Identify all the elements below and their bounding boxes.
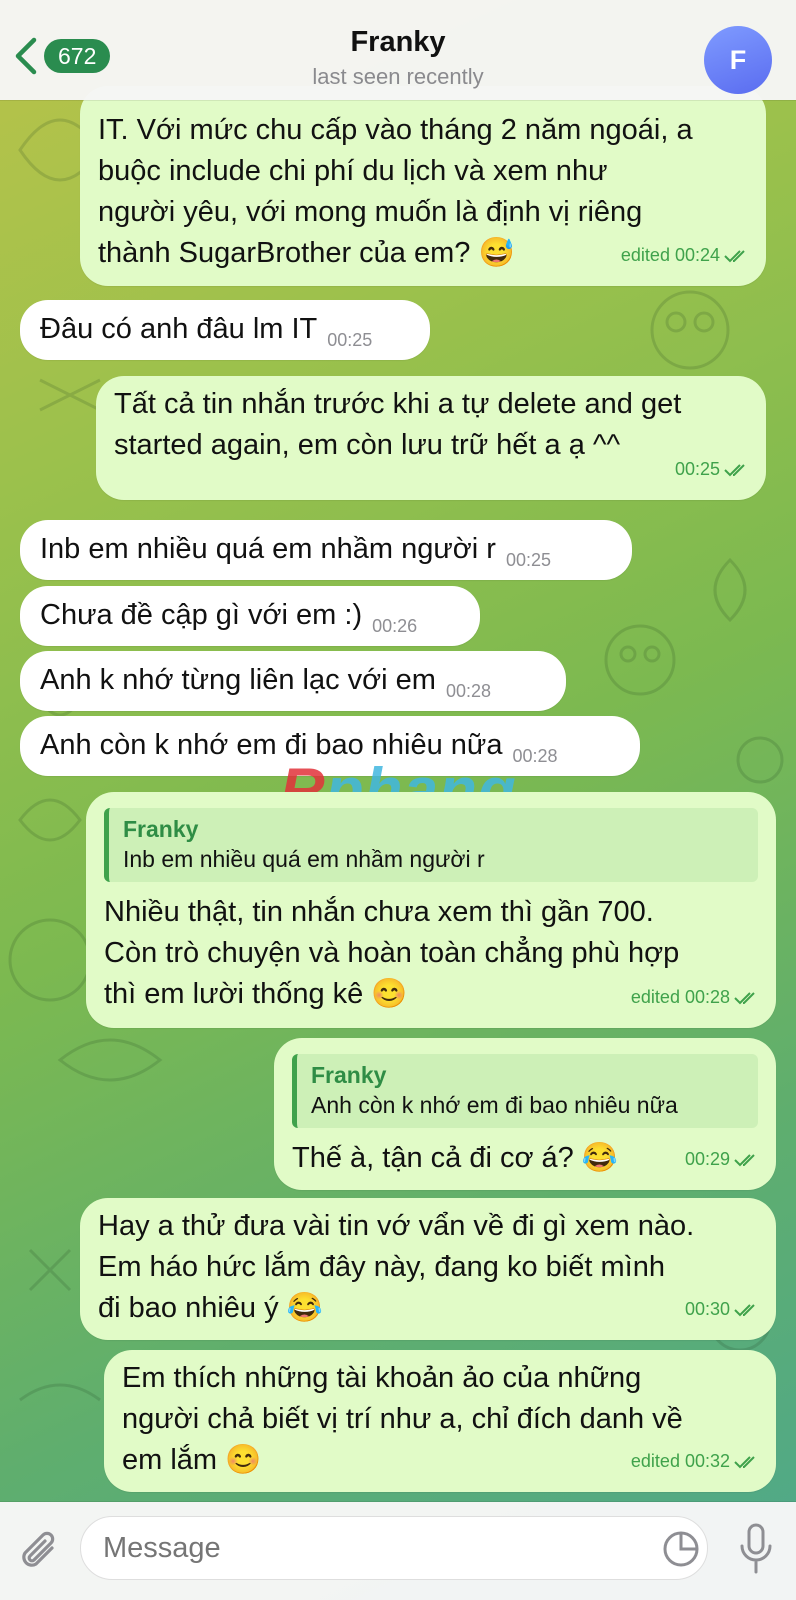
double-check-icon (734, 1455, 755, 1468)
message-time: 00:29 (684, 1149, 730, 1169)
message-bubble-incoming[interactable]: Anh k nhớ từng liên lạc với em 00:28 (20, 651, 566, 711)
message-meta: 00:25 (675, 449, 750, 490)
double-check-icon (734, 1153, 755, 1166)
reply-text: Inb em nhiều quá em nhầm người r (123, 846, 485, 872)
message-input[interactable] (80, 1516, 708, 1580)
message-time: 00:25 (327, 330, 373, 350)
reply-author: Franky (311, 1062, 387, 1088)
message-bubble-outgoing[interactable]: IT. Với mức chu cấp vào tháng 2 năm ngoá… (80, 86, 766, 286)
message-time: 00:25 (674, 459, 720, 479)
message-meta: 00:30 (685, 1289, 760, 1330)
message-text: Anh k nhớ từng liên lạc với em (40, 664, 436, 696)
message-meta: 00:29 (685, 1139, 760, 1180)
message-bubble-outgoing[interactable]: Franky Anh còn k nhớ em đi bao nhiêu nữa… (274, 1038, 776, 1190)
message-text: Đâu có anh đâu lm IT (40, 313, 318, 345)
message-meta: edited 00:28 (631, 977, 760, 1018)
message-time: 00:26 (372, 616, 418, 636)
message-bubble-outgoing[interactable]: Em thích những tài khoản ảo của những ng… (104, 1350, 776, 1492)
message-text: Chưa đề cập gì với em :) (40, 599, 363, 631)
message-time: edited 00:32 (630, 1451, 730, 1471)
sticker-icon[interactable] (662, 1530, 700, 1568)
double-check-icon (724, 463, 745, 476)
double-check-icon (734, 1303, 755, 1316)
message-text: Tất cả tin nhắn trước khi a tự delete an… (114, 388, 682, 461)
message-bubble-incoming[interactable]: Inb em nhiều quá em nhầm người r 00:25 (20, 520, 632, 580)
message-time: 00:25 (505, 550, 552, 570)
double-check-icon (734, 991, 755, 1004)
message-text: Inb em nhiều quá em nhầm người r (40, 533, 496, 565)
message-bubble-outgoing[interactable]: Hay a thử đưa vài tin vớ vẩn về đi gì xe… (80, 1198, 776, 1340)
reply-author: Franky (123, 816, 199, 842)
message-time: edited 00:24 (620, 245, 720, 265)
message-meta: edited 00:24 (621, 235, 750, 276)
message-meta: edited 00:32 (631, 1441, 760, 1482)
message-time: 00:28 (512, 746, 558, 766)
message-bubble-outgoing[interactable]: Franky Inb em nhiều quá em nhầm người r … (86, 792, 776, 1028)
message-bubble-incoming[interactable]: Đâu có anh đâu lm IT 00:25 (20, 300, 430, 360)
message-time: edited 00:28 (630, 987, 730, 1007)
message-time: 00:28 (445, 681, 492, 701)
paperclip-icon[interactable] (18, 1526, 64, 1576)
microphone-icon[interactable] (738, 1522, 774, 1576)
reply-quote[interactable]: Franky Inb em nhiều quá em nhầm người r (104, 808, 758, 882)
chat-status: last seen recently (312, 64, 484, 89)
reply-text: Anh còn k nhớ em đi bao nhiêu nữa (311, 1092, 678, 1118)
message-input-bar (0, 1502, 796, 1600)
message-time: 00:30 (684, 1299, 730, 1319)
message-bubble-outgoing[interactable]: Tất cả tin nhắn trước khi a tự delete an… (96, 376, 766, 500)
avatar[interactable]: F (704, 26, 772, 94)
double-check-icon (724, 249, 745, 262)
message-text: Hay a thử đưa vài tin vớ vẩn về đi gì xe… (98, 1210, 695, 1324)
chat-title[interactable]: Franky (0, 26, 796, 59)
message-bubble-incoming[interactable]: Chưa đề cập gì với em :) 00:26 (20, 586, 480, 646)
chat-header: 672 Franky last seen recently F (0, 0, 796, 100)
reply-quote[interactable]: Franky Anh còn k nhớ em đi bao nhiêu nữa (292, 1054, 758, 1128)
